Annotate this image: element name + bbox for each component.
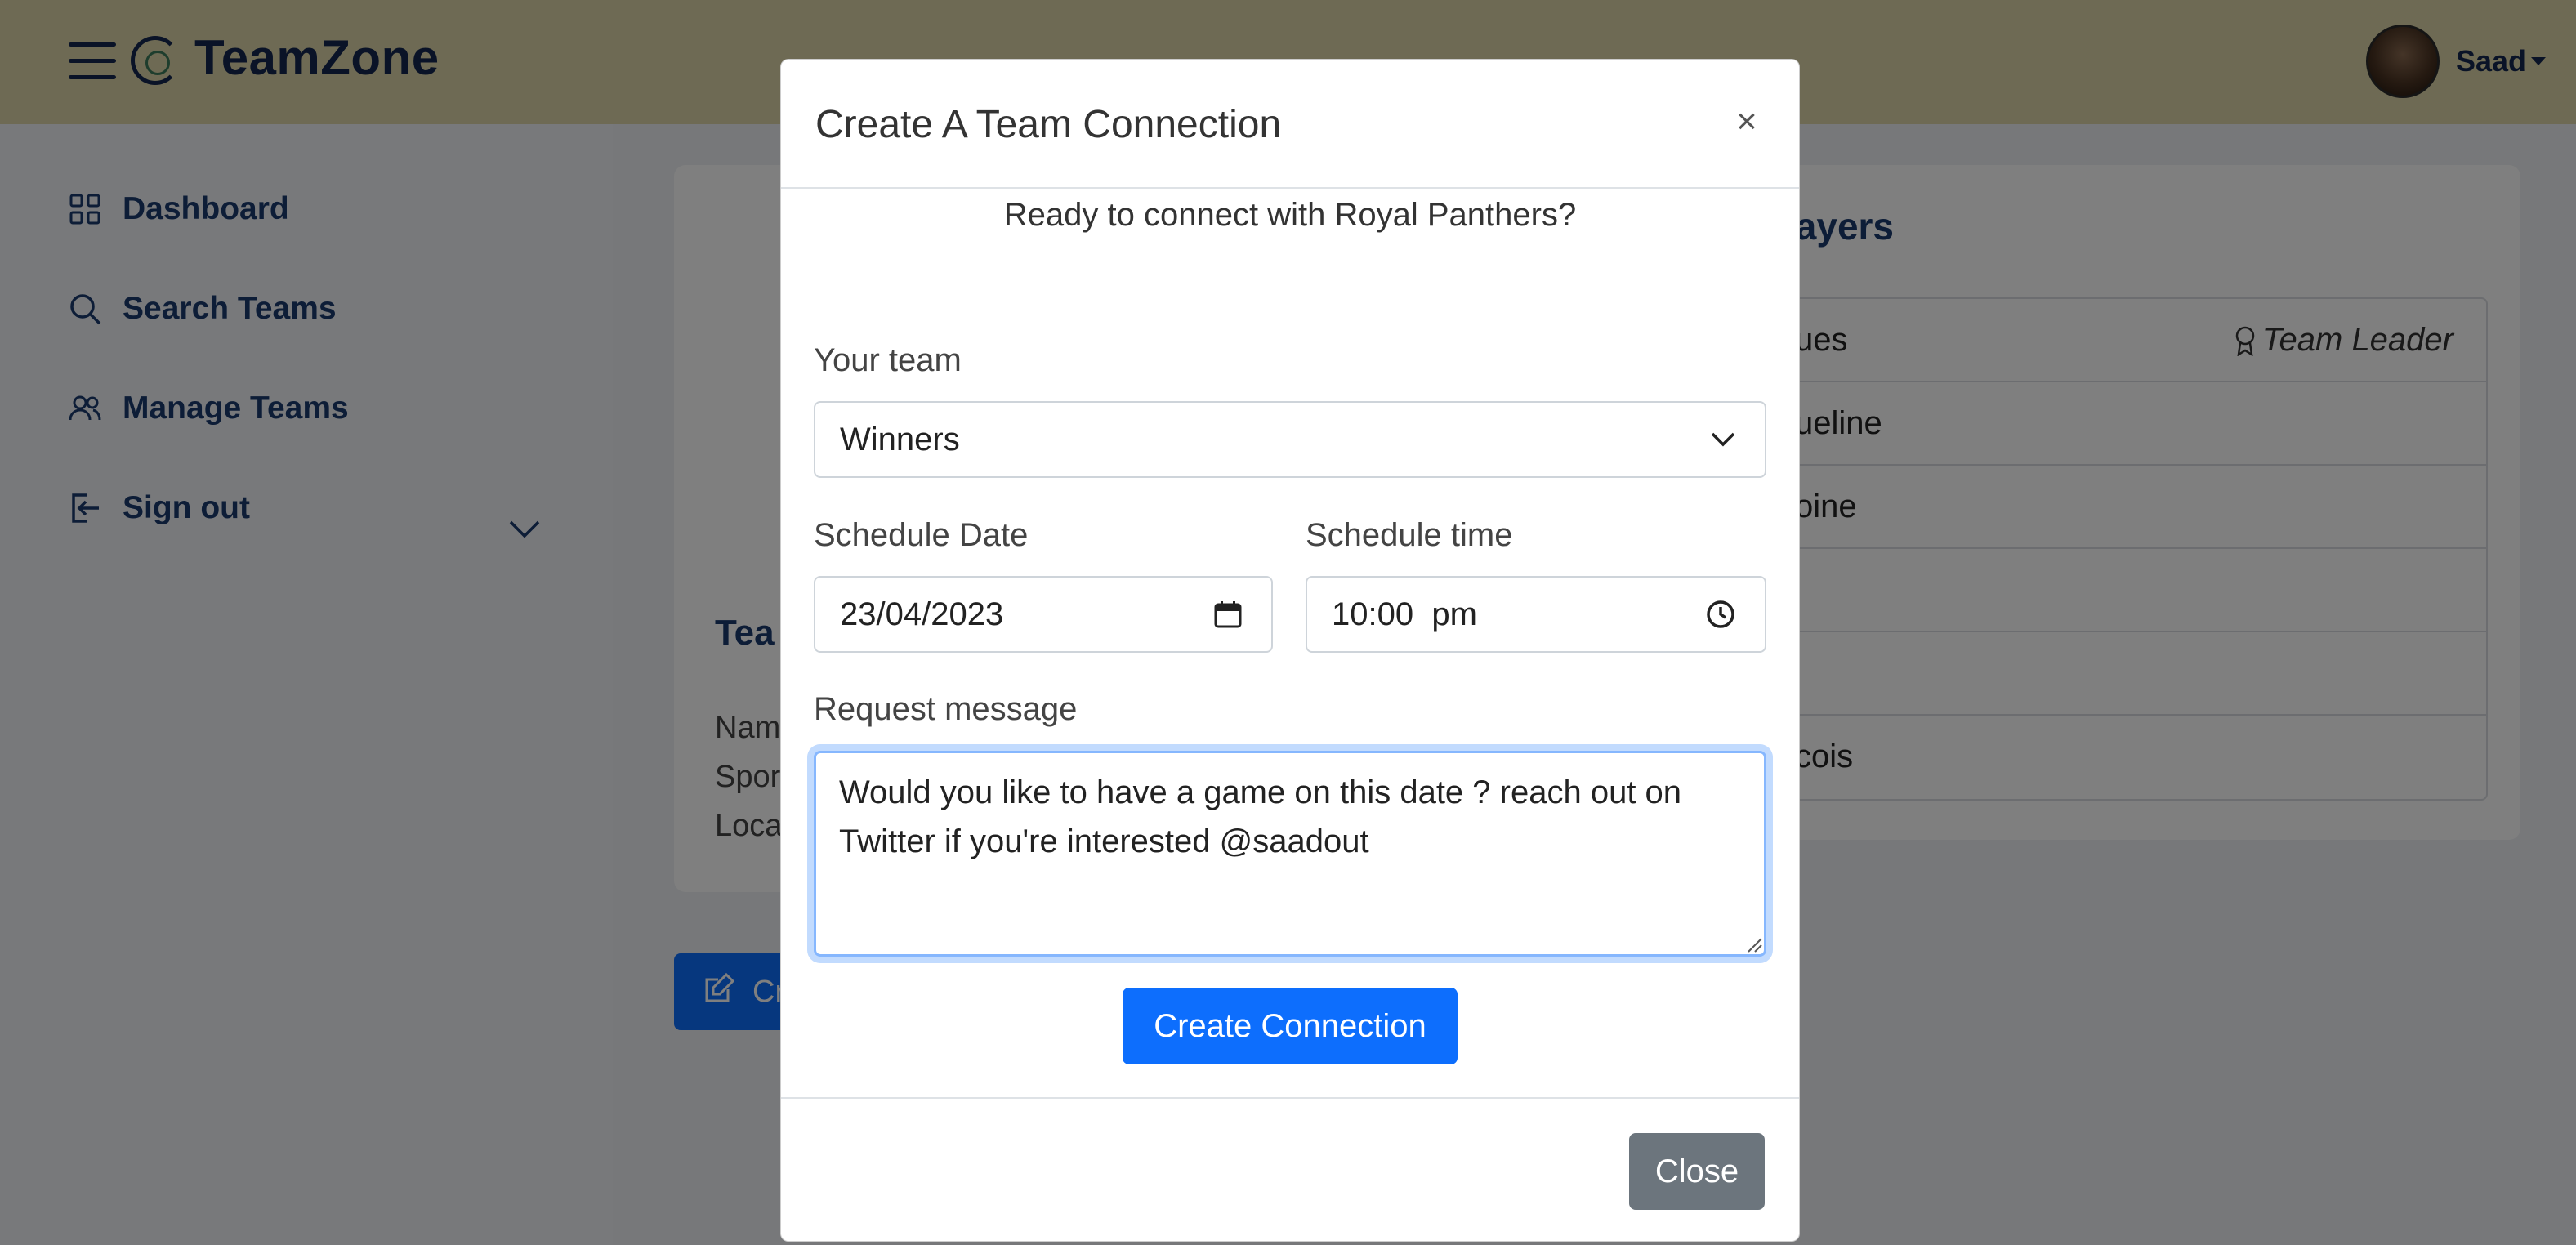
- chevron-down-icon: [1711, 432, 1735, 447]
- resize-handle-icon[interactable]: [1745, 935, 1763, 953]
- schedule-date-input[interactable]: 23/04/2023: [814, 576, 1273, 653]
- modal-footer-divider: [781, 1097, 1799, 1099]
- clock-icon[interactable]: [1706, 600, 1735, 629]
- team-select-value: Winners: [840, 421, 960, 457]
- your-team-label: Your team: [814, 342, 962, 378]
- schedule-time-value: 10:00 pm: [1332, 596, 1477, 632]
- create-connection-button[interactable]: Create Connection: [1123, 988, 1458, 1064]
- connection-prompt: Ready to connect with Royal Panthers?: [1003, 197, 1577, 233]
- request-message-textarea[interactable]: Would you like to have a game on this da…: [814, 751, 1766, 957]
- calendar-icon[interactable]: [1214, 600, 1242, 628]
- schedule-date-label: Schedule Date: [814, 517, 1029, 553]
- schedule-date-value: 23/04/2023: [840, 596, 1004, 632]
- close-button[interactable]: Close: [1629, 1133, 1765, 1210]
- close-icon[interactable]: ×: [1730, 104, 1763, 140]
- team-select[interactable]: Winners: [814, 401, 1766, 478]
- modal-title: Create A Team Connection: [815, 103, 1282, 146]
- schedule-time-label: Schedule time: [1306, 517, 1513, 553]
- schedule-time-input[interactable]: 10:00 pm: [1306, 576, 1766, 653]
- create-connection-modal: Create A Team Connection × Ready to conn…: [780, 59, 1800, 1242]
- modal-header: Create A Team Connection ×: [781, 60, 1799, 189]
- request-message-label: Request message: [814, 691, 1078, 727]
